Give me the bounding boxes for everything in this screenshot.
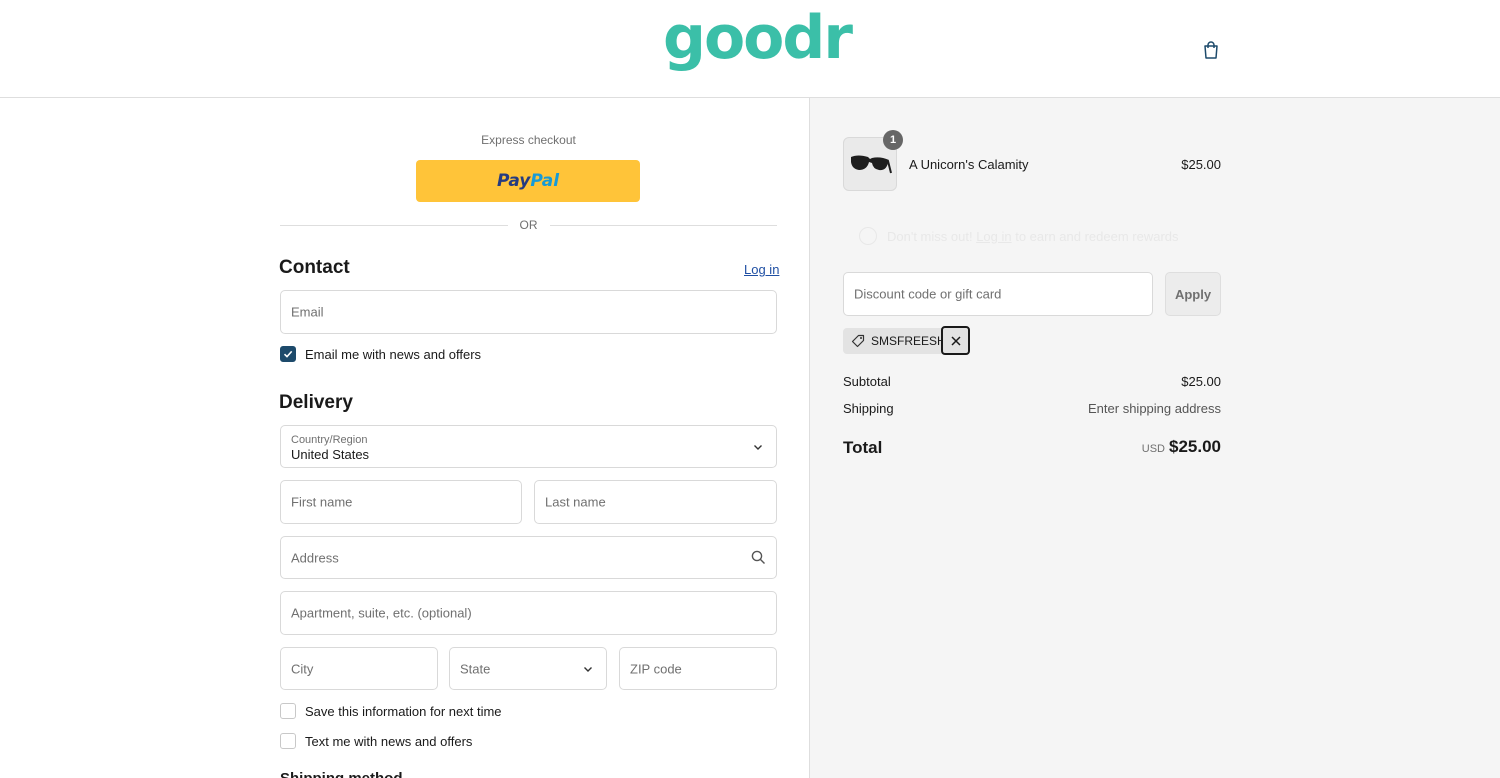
address-placeholder: Address bbox=[291, 550, 339, 565]
quantity-badge: 1 bbox=[883, 130, 903, 150]
goodr-logo[interactable]: goodr bbox=[663, 8, 853, 68]
total-amount: $25.00 bbox=[1169, 437, 1221, 456]
total-currency: USD bbox=[1141, 443, 1165, 455]
first-name-placeholder: First name bbox=[291, 494, 353, 510]
country-value: United States bbox=[291, 447, 370, 462]
shipping-method-title: Shipping method bbox=[280, 770, 402, 778]
last-name-field[interactable]: Last name bbox=[534, 480, 777, 524]
state-select[interactable]: State bbox=[449, 647, 607, 690]
email-field[interactable]: Email bbox=[280, 290, 777, 334]
paypal-logo-light: Pal bbox=[530, 171, 560, 191]
apartment-placeholder: Apartment, suite, etc. (optional) bbox=[291, 605, 472, 621]
zip-field[interactable]: ZIP code bbox=[619, 647, 777, 690]
total-value-wrap: USD $25.00 bbox=[1000, 437, 1221, 457]
subtotal-label: Subtotal bbox=[843, 374, 891, 389]
email-placeholder: Email bbox=[291, 304, 324, 320]
paypal-logo: PayPal bbox=[497, 171, 559, 191]
cart-button[interactable] bbox=[1199, 38, 1223, 62]
express-checkout-label: Express checkout bbox=[481, 133, 576, 147]
discount-field[interactable]: Discount code or gift card bbox=[843, 272, 1153, 316]
sunglasses-icon bbox=[851, 155, 892, 174]
save-info-row: Save this information for next time bbox=[280, 703, 502, 719]
total-label: Total bbox=[843, 438, 883, 457]
paypal-button[interactable]: PayPal bbox=[416, 160, 640, 202]
text-me-checkbox[interactable] bbox=[280, 733, 296, 749]
country-select[interactable]: Country/Region United States bbox=[280, 425, 777, 468]
rewards-prefix: Don't miss out! bbox=[887, 228, 977, 244]
contact-title: Contact bbox=[279, 257, 350, 278]
header: goodr bbox=[0, 0, 1500, 98]
shipping-label: Shipping bbox=[843, 401, 894, 416]
discount-placeholder: Discount code or gift card bbox=[854, 286, 1002, 302]
remove-discount-button[interactable] bbox=[941, 326, 970, 355]
rewards-text: Don't miss out! Log in to earn and redee… bbox=[887, 229, 1179, 244]
checkmark-icon bbox=[283, 350, 293, 358]
news-offers-row: Email me with news and offers bbox=[280, 346, 481, 362]
close-icon bbox=[950, 335, 961, 346]
delivery-title: Delivery bbox=[279, 392, 353, 413]
shipping-value: Enter shipping address bbox=[1088, 401, 1221, 416]
zip-placeholder: ZIP code bbox=[630, 661, 682, 676]
info-icon bbox=[859, 227, 877, 245]
chevron-down-icon bbox=[584, 666, 592, 672]
text-me-row: Text me with news and offers bbox=[280, 733, 472, 749]
shopping-bag-icon bbox=[1204, 41, 1218, 59]
country-label: Country/Region bbox=[291, 434, 368, 446]
subtotal-value: $25.00 bbox=[1181, 374, 1221, 389]
address-field[interactable]: Address bbox=[280, 536, 777, 579]
rewards-suffix: to earn and redeem rewards bbox=[1011, 228, 1179, 244]
divider-line bbox=[280, 224, 508, 226]
state-placeholder: State bbox=[460, 661, 491, 676]
rewards-login-link[interactable]: Log in bbox=[976, 229, 1011, 244]
rewards-notice: Don't miss out! Log in to earn and redee… bbox=[859, 227, 1179, 245]
paypal-logo-dark: Pay bbox=[496, 171, 531, 191]
save-info-checkbox[interactable] bbox=[280, 703, 296, 719]
city-field[interactable]: City bbox=[280, 647, 438, 690]
save-info-label: Save this information for next time bbox=[305, 703, 502, 719]
product-name: A Unicorn's Calamity bbox=[909, 157, 1029, 172]
search-icon[interactable] bbox=[751, 550, 766, 565]
chevron-down-icon bbox=[754, 444, 762, 450]
login-link[interactable]: Log in bbox=[744, 262, 779, 277]
apartment-field[interactable]: Apartment, suite, etc. (optional) bbox=[280, 591, 777, 635]
city-placeholder: City bbox=[291, 661, 314, 676]
text-me-label: Text me with news and offers bbox=[305, 733, 473, 749]
or-text: OR bbox=[519, 218, 538, 232]
or-divider: OR bbox=[280, 217, 777, 233]
news-offers-label: Email me with news and offers bbox=[305, 346, 482, 362]
tag-icon bbox=[851, 334, 865, 348]
first-name-field[interactable]: First name bbox=[280, 480, 522, 524]
apply-button[interactable]: Apply bbox=[1165, 272, 1221, 316]
divider-line bbox=[549, 224, 777, 226]
product-price: $25.00 bbox=[1181, 157, 1221, 172]
last-name-placeholder: Last name bbox=[545, 494, 606, 510]
news-offers-checkbox[interactable] bbox=[280, 346, 296, 362]
